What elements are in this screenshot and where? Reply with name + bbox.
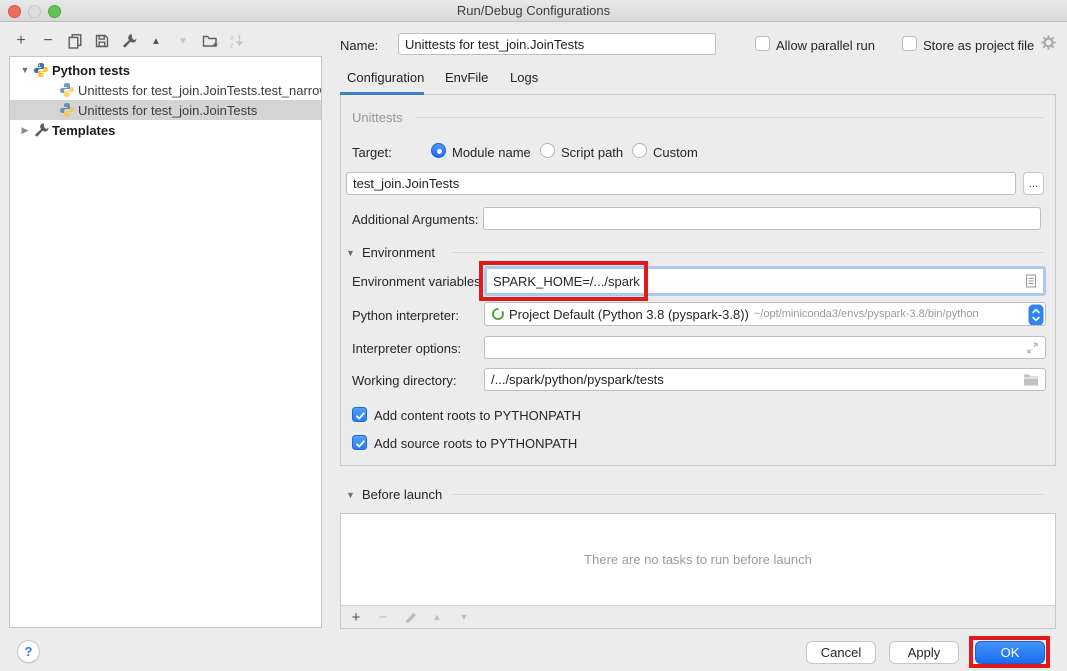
add-source-roots-label: Add source roots to PYTHONPATH <box>374 436 577 451</box>
working-directory-input[interactable]: /.../spark/python/pyspark/tests <box>484 368 1046 391</box>
expand-field-icon[interactable] <box>1026 341 1039 354</box>
tree-node-label: Unittests for test_join.JoinTests.test_n… <box>78 83 322 98</box>
environment-variables-label: Environment variables: <box>352 274 484 289</box>
store-as-project-file-checkbox[interactable] <box>902 36 917 51</box>
save-configuration-icon[interactable] <box>93 32 111 50</box>
tree-node-test-narrow[interactable]: Unittests for test_join.JoinTests.test_n… <box>10 80 321 100</box>
allow-parallel-run-checkbox[interactable] <box>755 36 770 51</box>
configurations-toolbar: + − ▲ ▼ a z <box>12 31 246 51</box>
run-debug-configurations-dialog: Run/Debug Configurations + − ▲ ▼ <box>0 0 1067 671</box>
env-vars-list-icon[interactable] <box>1025 274 1037 289</box>
group-rule <box>452 252 1044 253</box>
add-configuration-icon[interactable]: + <box>12 32 30 50</box>
browse-module-button[interactable]: ... <box>1023 172 1044 195</box>
remove-task-icon[interactable]: − <box>376 609 390 626</box>
target-module-name-label: Module name <box>452 145 531 160</box>
help-button[interactable]: ? <box>17 640 40 663</box>
environment-variables-value: SPARK_HOME=/.../spark <box>493 274 640 289</box>
environment-group-label: Environment <box>362 245 435 260</box>
additional-arguments-label: Additional Arguments: <box>352 212 478 227</box>
tab-logs[interactable]: Logs <box>510 70 538 85</box>
tab-envfile[interactable]: EnvFile <box>445 70 488 85</box>
window-title: Run/Debug Configurations <box>0 3 1067 18</box>
tree-node-label: Templates <box>52 123 115 138</box>
collapse-arrow-icon[interactable]: ▼ <box>20 65 30 75</box>
unittests-group-label: Unittests <box>352 110 403 125</box>
python-interpreter-label: Python interpreter: <box>352 308 459 323</box>
new-folder-icon[interactable] <box>201 32 219 50</box>
move-up-icon[interactable]: ▲ <box>147 32 165 50</box>
additional-arguments-input[interactable] <box>483 207 1041 230</box>
cancel-button[interactable]: Cancel <box>806 641 876 664</box>
environment-variables-input[interactable]: SPARK_HOME=/.../spark <box>484 266 1046 296</box>
group-rule <box>416 117 1044 118</box>
allow-parallel-run-label: Allow parallel run <box>776 38 875 53</box>
target-custom-label: Custom <box>653 145 698 160</box>
python-tests-icon <box>33 62 49 78</box>
folder-browse-icon[interactable] <box>1023 373 1039 386</box>
working-directory-label: Working directory: <box>352 373 457 388</box>
sort-alphabetically-icon[interactable]: a z <box>228 32 246 50</box>
add-content-roots-checkbox[interactable] <box>352 407 367 422</box>
ok-button[interactable]: OK <box>975 641 1045 664</box>
target-script-path-label: Script path <box>561 145 623 160</box>
add-task-icon[interactable]: + <box>349 609 363 626</box>
python-test-icon <box>59 102 75 118</box>
target-custom-radio[interactable] <box>632 143 647 158</box>
before-launch-toolbar: + − ▲ ▼ <box>341 605 1055 628</box>
working-directory-value: /.../spark/python/pyspark/tests <box>491 372 664 387</box>
expand-arrow-icon[interactable]: ▶ <box>20 125 30 136</box>
no-tasks-message: There are no tasks to run before launch <box>341 552 1055 567</box>
templates-icon <box>33 122 49 138</box>
configurations-tree: ▼ Python tests Unittests for test_join.J… <box>9 56 322 628</box>
python-test-icon <box>59 82 75 98</box>
interpreter-options-label: Interpreter options: <box>352 341 461 356</box>
tree-node-templates[interactable]: ▶ Templates <box>10 120 321 140</box>
tree-node-label: Python tests <box>52 63 130 78</box>
copy-configuration-icon[interactable] <box>66 32 84 50</box>
name-input[interactable] <box>398 33 716 55</box>
target-script-path-radio[interactable] <box>540 143 555 158</box>
target-module-name-radio[interactable] <box>431 143 446 158</box>
combo-spinner-icon[interactable] <box>1028 304 1044 326</box>
svg-text:a: a <box>230 35 234 42</box>
group-rule <box>452 494 1044 495</box>
add-content-roots-label: Add content roots to PYTHONPATH <box>374 408 581 423</box>
name-label: Name: <box>340 38 378 53</box>
store-as-project-file-label: Store as project file <box>923 38 1034 53</box>
tab-configuration[interactable]: Configuration <box>347 70 424 85</box>
interpreter-options-input[interactable] <box>484 336 1046 359</box>
conda-environment-icon <box>491 307 505 321</box>
target-label: Target: <box>352 145 392 160</box>
environment-collapse-icon[interactable]: ▼ <box>346 248 355 258</box>
tree-node-label: Unittests for test_join.JoinTests <box>78 103 257 118</box>
module-name-input[interactable]: test_join.JoinTests <box>346 172 1016 195</box>
move-task-up-icon[interactable]: ▲ <box>430 612 444 622</box>
move-task-down-icon[interactable]: ▼ <box>457 612 471 622</box>
move-down-icon[interactable]: ▼ <box>174 32 192 50</box>
python-interpreter-path: ~/opt/miniconda3/envs/pyspark-3.8/bin/py… <box>754 308 979 320</box>
module-name-value: test_join.JoinTests <box>353 176 459 191</box>
before-launch-task-list: There are no tasks to run before launch … <box>340 513 1056 629</box>
titlebar: Run/Debug Configurations <box>0 0 1067 22</box>
add-source-roots-checkbox[interactable] <box>352 435 367 450</box>
python-interpreter-value: Project Default (Python 3.8 (pyspark-3.8… <box>509 307 749 322</box>
remove-configuration-icon[interactable]: − <box>39 32 57 50</box>
apply-button[interactable]: Apply <box>889 641 959 664</box>
before-launch-label: Before launch <box>362 487 442 502</box>
edit-task-icon[interactable] <box>403 611 417 624</box>
svg-text:z: z <box>230 43 234 49</box>
tree-node-python-tests[interactable]: ▼ Python tests <box>10 60 321 80</box>
gear-icon[interactable] <box>1040 34 1057 51</box>
active-tab-underline <box>340 92 424 95</box>
python-interpreter-select[interactable]: Project Default (Python 3.8 (pyspark-3.8… <box>484 302 1046 326</box>
tree-node-jointests-selected[interactable]: Unittests for test_join.JoinTests <box>10 100 321 120</box>
edit-templates-icon[interactable] <box>120 32 138 50</box>
before-launch-collapse-icon[interactable]: ▼ <box>346 490 355 500</box>
